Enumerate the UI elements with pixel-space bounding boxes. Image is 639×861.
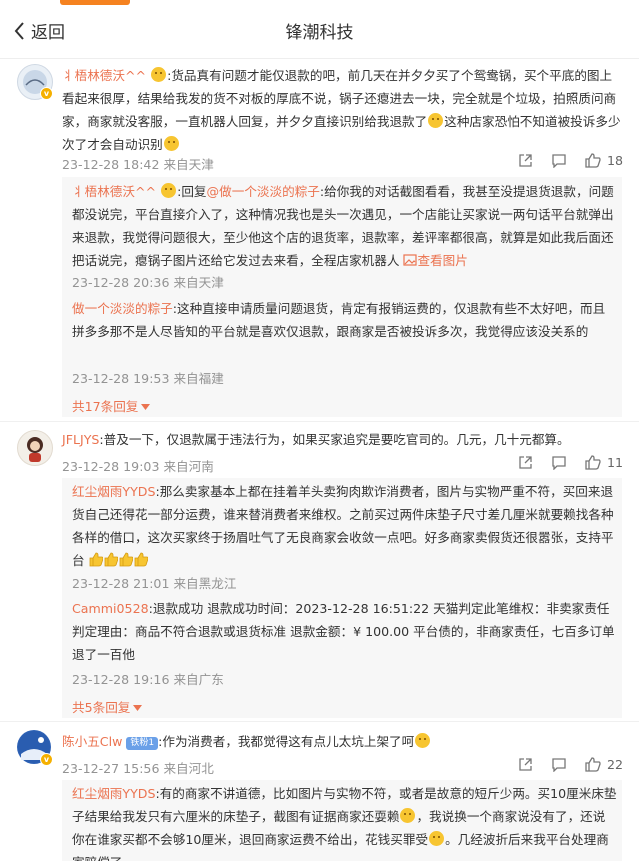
view-image-label: 查看图片 <box>417 253 468 268</box>
reply-meta: 23-12-28 19:53 来自福建 <box>72 371 224 386</box>
reply-item: 红尘烟雨YYDS:有的商家不讲道德，比如图片与实物不符，或者是故意的短斤少两。买… <box>72 782 617 861</box>
reply-meta: 23-12-28 20:36 来自天津 <box>72 275 224 290</box>
comment-icon[interactable] <box>551 455 567 470</box>
like-button[interactable]: 11 <box>585 455 623 470</box>
avatar-image <box>27 437 43 462</box>
comment-meta: 23-12-27 15:56 来自河北 <box>62 761 214 776</box>
caret-down-icon <box>133 705 143 711</box>
comment-text: :普及一下，仅退款属于违法行为，如果买家追究是要吃官司的。几元，几十元都算。 <box>99 432 570 447</box>
reply-username[interactable]: Cammi0528 <box>72 601 149 616</box>
like-count: 18 <box>607 153 624 168</box>
comment-body: 陈小五Clw 铁粉1:作为消费者，我都觉得这有点儿太坑上架了呵 <box>62 730 624 753</box>
emoji-icon <box>415 733 431 748</box>
top-navigation-bar: 返回 锋潮科技 <box>0 0 639 59</box>
thumbs-up-icon <box>585 153 601 168</box>
verified-badge: v <box>40 87 53 100</box>
like-button[interactable]: 22 <box>585 757 623 772</box>
comment-body: 丬梧林德沃^^ :货品真有问题才能仅退款的吧，前几天在并夕夕买了个鸳鸯锅，买个平… <box>62 64 624 156</box>
reply-username[interactable]: 红尘烟雨YYDS <box>72 484 155 499</box>
reply-username[interactable]: 做一个淡淡的粽子 <box>72 301 173 316</box>
divider <box>0 721 639 722</box>
top-accent-bar <box>60 0 130 5</box>
fan-badge: 铁粉1 <box>126 737 159 750</box>
reply-text: :退款成功 退款成功时间：2023-12-28 16:51:22 天猫判定此笔维… <box>72 601 615 662</box>
emoji-icon <box>161 183 177 198</box>
image-icon <box>403 254 418 266</box>
more-replies-label: 共5条回复 <box>72 700 131 715</box>
reply-mention[interactable]: @做一个淡淡的粽子 <box>207 184 320 199</box>
like-button[interactable]: 18 <box>585 153 623 168</box>
view-image-link[interactable]: 查看图片 <box>403 253 468 268</box>
thumbs-up-icon <box>119 552 134 567</box>
emoji-icon <box>151 67 167 82</box>
comment-body: JFLJYS:普及一下，仅退款属于违法行为，如果买家追究是要吃官司的。几元，几十… <box>62 428 624 451</box>
verified-badge: v <box>40 753 53 766</box>
comment-icon[interactable] <box>551 153 567 168</box>
comment-meta: 23-12-28 18:42 来自天津 <box>62 157 214 172</box>
reply-prefix: :回复 <box>177 184 207 199</box>
more-replies-label: 共17条回复 <box>72 399 139 414</box>
share-icon[interactable] <box>518 153 533 168</box>
thumbs-up-icon <box>104 552 119 567</box>
like-count: 11 <box>607 455 624 470</box>
comment-username[interactable]: JFLJYS <box>62 432 99 447</box>
divider <box>0 421 639 422</box>
emoji-icon <box>400 808 416 823</box>
reply-username[interactable]: 丬梧林德沃^^ <box>72 184 156 199</box>
share-icon[interactable] <box>518 757 533 772</box>
avatar[interactable] <box>17 430 53 466</box>
reply-username[interactable]: 红尘烟雨YYDS <box>72 786 155 801</box>
emoji-icon <box>429 831 445 846</box>
comment-icon[interactable] <box>551 757 567 772</box>
reply-item: 红尘烟雨YYDS:那么卖家基本上都在挂着羊头卖狗肉欺诈消费者，图片与实物严重不符… <box>72 480 617 572</box>
share-icon[interactable] <box>518 455 533 470</box>
reply-item: 做一个淡淡的粽子:这种直接申请质量问题退货，肯定有报销运费的，仅退款有些不太好吧… <box>72 297 617 343</box>
caret-down-icon <box>141 404 151 410</box>
page-title: 锋潮科技 <box>285 23 354 43</box>
thumbs-up-emoji-group <box>89 552 149 568</box>
thumbs-up-icon <box>89 552 104 567</box>
reply-meta: 23-12-28 19:16 来自广东 <box>72 672 224 687</box>
reply-meta: 23-12-28 21:01 来自黑龙江 <box>72 576 237 591</box>
thumbs-up-icon <box>585 455 601 470</box>
reply-item: 丬梧林德沃^^ :回复@做一个淡淡的粽子:给你我的对话截图看看，我甚至没提退货退… <box>72 180 617 272</box>
more-replies-link[interactable]: 共5条回复 <box>72 697 143 716</box>
like-count: 22 <box>607 757 624 772</box>
comment-username[interactable]: 丬梧林德沃^^ <box>62 68 146 83</box>
thumbs-up-icon <box>134 552 149 567</box>
thumbs-up-icon <box>585 757 601 772</box>
comment-meta: 23-12-28 19:03 来自河南 <box>62 459 214 474</box>
emoji-icon <box>163 136 179 151</box>
reply-item: Cammi0528:退款成功 退款成功时间：2023-12-28 16:51:2… <box>72 597 617 666</box>
comment-username[interactable]: 陈小五Clw <box>62 734 122 749</box>
more-replies-link[interactable]: 共17条回复 <box>72 396 151 415</box>
comment-text: :作为消费者，我都觉得这有点儿太坑上架了呵 <box>158 734 415 749</box>
emoji-icon <box>428 113 444 128</box>
